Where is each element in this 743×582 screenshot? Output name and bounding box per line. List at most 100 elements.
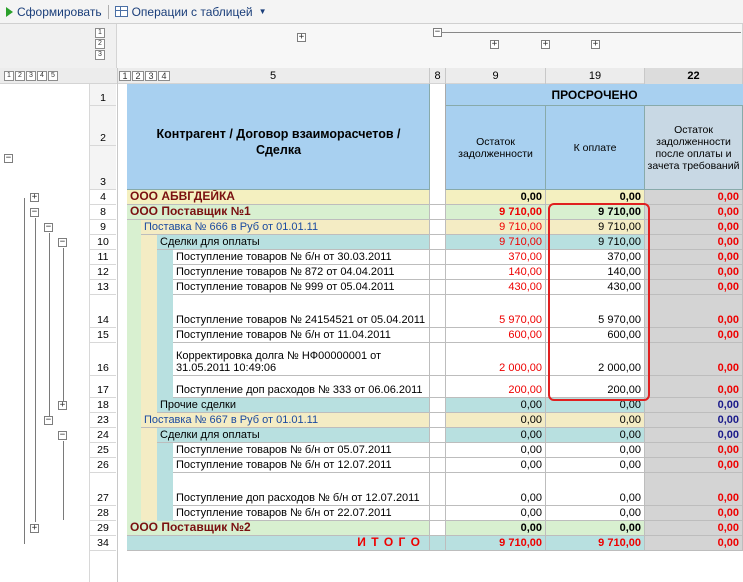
row-name-cell[interactable]: ООО Поставщик №1 bbox=[127, 205, 430, 220]
row-name-cell[interactable]: Поступление товаров № 24154521 от 05.04.… bbox=[173, 295, 430, 328]
indent-band bbox=[157, 280, 173, 295]
payment-amount-cell[interactable]: 600,00 bbox=[546, 328, 645, 343]
collapse-row-icon[interactable]: − bbox=[44, 416, 53, 425]
collapse-row-icon[interactable]: − bbox=[58, 431, 67, 440]
table-operations-menu[interactable]: Операции с таблицей ▼ bbox=[114, 4, 267, 19]
indent-band bbox=[157, 343, 173, 376]
collapse-header-icon[interactable]: − bbox=[4, 154, 13, 163]
remaining-balance-cell: 0,00 bbox=[645, 536, 743, 551]
payment-amount-cell[interactable]: 9 710,00 bbox=[546, 536, 645, 551]
row-name-cell[interactable]: Поступление доп расходов № 333 от 06.06.… bbox=[173, 376, 430, 398]
generate-button[interactable]: Сформировать bbox=[6, 5, 102, 19]
row-name-cell[interactable]: Поставка № 667 в Руб от 01.01.11 bbox=[141, 413, 430, 428]
row-name-cell[interactable]: Поступление доп расходов № б/н от 12.07.… bbox=[173, 473, 430, 506]
row-name-cell[interactable]: И Т О Г О bbox=[127, 536, 430, 551]
collapse-row-icon[interactable]: − bbox=[44, 223, 53, 232]
row-number: 4 bbox=[90, 190, 116, 205]
indent-band bbox=[127, 220, 141, 235]
overdue-balance-cell: 0,00 bbox=[446, 473, 546, 506]
expand-column-group-icon[interactable]: + bbox=[297, 33, 306, 42]
row-number: 24 bbox=[90, 428, 116, 443]
indent-band bbox=[157, 250, 173, 265]
payment-amount-cell[interactable]: 370,00 bbox=[546, 250, 645, 265]
column-group-line bbox=[441, 32, 741, 33]
payment-amount-cell[interactable]: 0,00 bbox=[546, 443, 645, 458]
column-8-cell bbox=[430, 443, 446, 458]
row-name-cell[interactable]: Поступление товаров № б/н от 12.07.2011 bbox=[173, 458, 430, 473]
payment-amount-cell[interactable]: 0,00 bbox=[546, 413, 645, 428]
row-level-button[interactable]: 3 bbox=[26, 71, 36, 81]
overdue-balance-cell: 9 710,00 bbox=[446, 205, 546, 220]
row-name-cell[interactable]: Сделки для оплаты bbox=[157, 428, 430, 443]
expand-column-group-icon[interactable]: + bbox=[541, 40, 550, 49]
payment-amount-cell[interactable]: 140,00 bbox=[546, 265, 645, 280]
indent-band bbox=[157, 458, 173, 473]
expand-row-icon[interactable]: + bbox=[30, 524, 39, 533]
row-name-cell[interactable]: Поступление товаров № б/н от 30.03.2011 bbox=[173, 250, 430, 265]
payment-amount-cell[interactable]: 200,00 bbox=[546, 376, 645, 398]
payment-amount-cell[interactable]: 0,00 bbox=[546, 428, 645, 443]
row-level-button[interactable]: 2 bbox=[15, 71, 25, 81]
row-level-button[interactable]: 4 bbox=[37, 71, 47, 81]
overdue-balance-cell: 9 710,00 bbox=[446, 536, 546, 551]
row-name-cell[interactable]: Прочие сделки bbox=[157, 398, 430, 413]
payment-amount-cell[interactable]: 2 000,00 bbox=[546, 343, 645, 376]
remaining-balance-cell: 0,00 bbox=[645, 521, 743, 536]
payment-amount-cell[interactable]: 0,00 bbox=[546, 521, 645, 536]
indent-band bbox=[157, 376, 173, 398]
overdue-balance-cell: 200,00 bbox=[446, 376, 546, 398]
col-level-button[interactable]: 2 bbox=[95, 39, 105, 49]
expand-column-group-icon[interactable]: + bbox=[591, 40, 600, 49]
row-name-cell[interactable]: Корректировка долга № НФ00000001 от 31.0… bbox=[173, 343, 430, 376]
expand-column-group-icon[interactable]: + bbox=[490, 40, 499, 49]
row-name-cell[interactable]: Поступление товаров № б/н от 22.07.2011 bbox=[173, 506, 430, 521]
payment-amount-cell[interactable]: 0,00 bbox=[546, 398, 645, 413]
row-level-button[interactable]: 5 bbox=[48, 71, 58, 81]
payment-amount-cell[interactable]: 9 710,00 bbox=[546, 235, 645, 250]
row-name-cell[interactable]: ООО АБВГДЕЙКА bbox=[127, 190, 430, 205]
row-name-cell[interactable]: Поступление товаров № б/н от 11.04.2011 bbox=[173, 328, 430, 343]
indent-band bbox=[127, 428, 141, 443]
row-number: 15 bbox=[90, 328, 116, 343]
collapse-row-icon[interactable]: − bbox=[58, 238, 67, 247]
collapse-row-icon[interactable]: − bbox=[30, 208, 39, 217]
col-level-button[interactable]: 3 bbox=[95, 50, 105, 60]
payment-amount-cell[interactable]: 0,00 bbox=[546, 458, 645, 473]
tree-line bbox=[63, 441, 64, 520]
indent-band bbox=[127, 265, 141, 280]
row-name-cell[interactable]: ООО Поставщик №2 bbox=[127, 521, 430, 536]
row-number: 9 bbox=[90, 220, 116, 235]
column-number-19: 19 bbox=[546, 68, 645, 84]
payment-amount-cell[interactable]: 0,00 bbox=[546, 190, 645, 205]
payment-amount-cell[interactable]: 430,00 bbox=[546, 280, 645, 295]
payment-amount-cell[interactable]: 5 970,00 bbox=[546, 295, 645, 328]
indent-band bbox=[141, 428, 157, 443]
payment-amount-cell[interactable]: 0,00 bbox=[546, 506, 645, 521]
expand-row-icon[interactable]: + bbox=[58, 401, 67, 410]
table-ops-label: Операции с таблицей bbox=[131, 4, 253, 19]
row-name-cell[interactable]: Поставка № 666 в Руб от 01.01.11 bbox=[141, 220, 430, 235]
column-8-cell bbox=[430, 398, 446, 413]
row-number: 18 bbox=[90, 398, 116, 413]
remaining-balance-cell: 0,00 bbox=[645, 376, 743, 398]
remaining-balance-cell: 0,00 bbox=[645, 428, 743, 443]
row-level-button[interactable]: 1 bbox=[4, 71, 14, 81]
row-name-cell[interactable]: Поступление товаров № 999 от 05.04.2011 bbox=[173, 280, 430, 295]
overdue-balance-cell: 0,00 bbox=[446, 458, 546, 473]
row-number: 13 bbox=[90, 280, 116, 295]
col-level-button[interactable]: 1 bbox=[95, 28, 105, 38]
row-name-cell[interactable]: Поступление товаров № б/н от 05.07.2011 bbox=[173, 443, 430, 458]
indent-band bbox=[127, 458, 141, 473]
indent-band bbox=[127, 343, 141, 376]
column-8-cell bbox=[430, 220, 446, 235]
row-name-cell[interactable]: Поступление товаров № 872 от 04.04.2011 bbox=[173, 265, 430, 280]
payment-amount-cell[interactable]: 9 710,00 bbox=[546, 220, 645, 235]
expand-row-icon[interactable]: + bbox=[30, 193, 39, 202]
row-name-cell[interactable]: Сделки для оплаты bbox=[157, 235, 430, 250]
overdue-balance-cell: 0,00 bbox=[446, 443, 546, 458]
remaining-balance-cell: 0,00 bbox=[645, 280, 743, 295]
payment-amount-cell[interactable]: 0,00 bbox=[546, 473, 645, 506]
payment-amount-cell[interactable]: 9 710,00 bbox=[546, 205, 645, 220]
header-row-number: 3 bbox=[90, 146, 116, 190]
indent-band bbox=[127, 280, 141, 295]
